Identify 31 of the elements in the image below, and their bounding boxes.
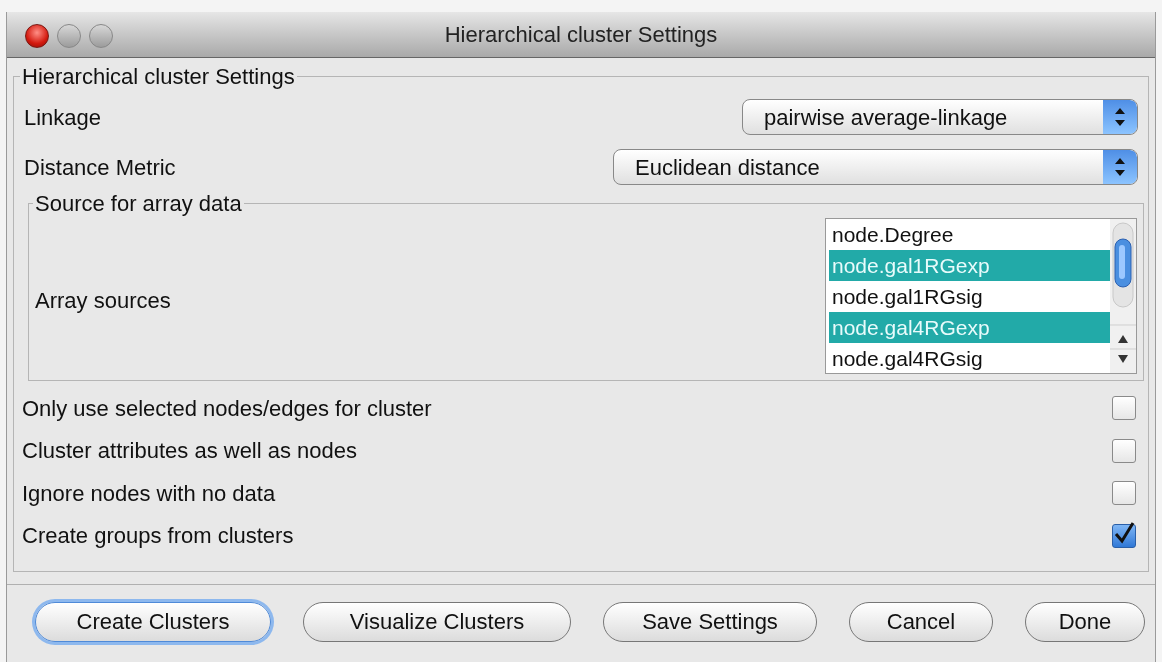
scrollbar[interactable] [1110,219,1136,373]
option-label: Create groups from clusters [22,522,294,551]
group-title: Hierarchical cluster Settings [21,63,296,91]
list-item[interactable]: node.Degree [829,219,1110,250]
dialog-button[interactable]: Done [1025,601,1145,642]
stepper-icon [1103,150,1137,184]
list-label: Array sources [35,286,171,315]
option-label: Cluster attributes as well as nodes [22,437,358,466]
option-label: Only use selected nodes/edges for cluster [22,394,432,423]
checkbox[interactable] [1112,438,1136,463]
dropdown[interactable]: pairwise average-linkage [742,99,1138,135]
list-item[interactable]: node.gal1RGsig [829,281,1110,312]
stepper-icon [1103,100,1137,134]
zoom-button[interactable] [89,24,113,48]
dialog-button[interactable]: Create Clusters [35,601,271,642]
group-title: Source for array data [34,190,243,218]
dialog-button[interactable]: Cancel [849,601,993,642]
dialog-button[interactable]: Save Settings [603,601,817,642]
window-title: Hierarchical cluster Settings [444,21,718,49]
dropdown-label: Distance Metric [24,153,176,182]
list-item[interactable]: node.gal4RGsig [829,343,1110,373]
checkbox[interactable] [1112,481,1136,506]
checkmark-icon [1113,520,1135,545]
dialog-button[interactable]: Visualize Clusters [303,601,571,642]
checkbox[interactable] [1112,523,1136,548]
dropdown-label: Linkage [24,103,102,132]
option-label: Ignore nodes with no data [22,479,276,508]
dropdown[interactable]: Euclidean distance [613,149,1138,185]
checkbox[interactable] [1112,396,1136,421]
close-button[interactable] [25,24,49,48]
minimize-button[interactable] [57,24,81,48]
